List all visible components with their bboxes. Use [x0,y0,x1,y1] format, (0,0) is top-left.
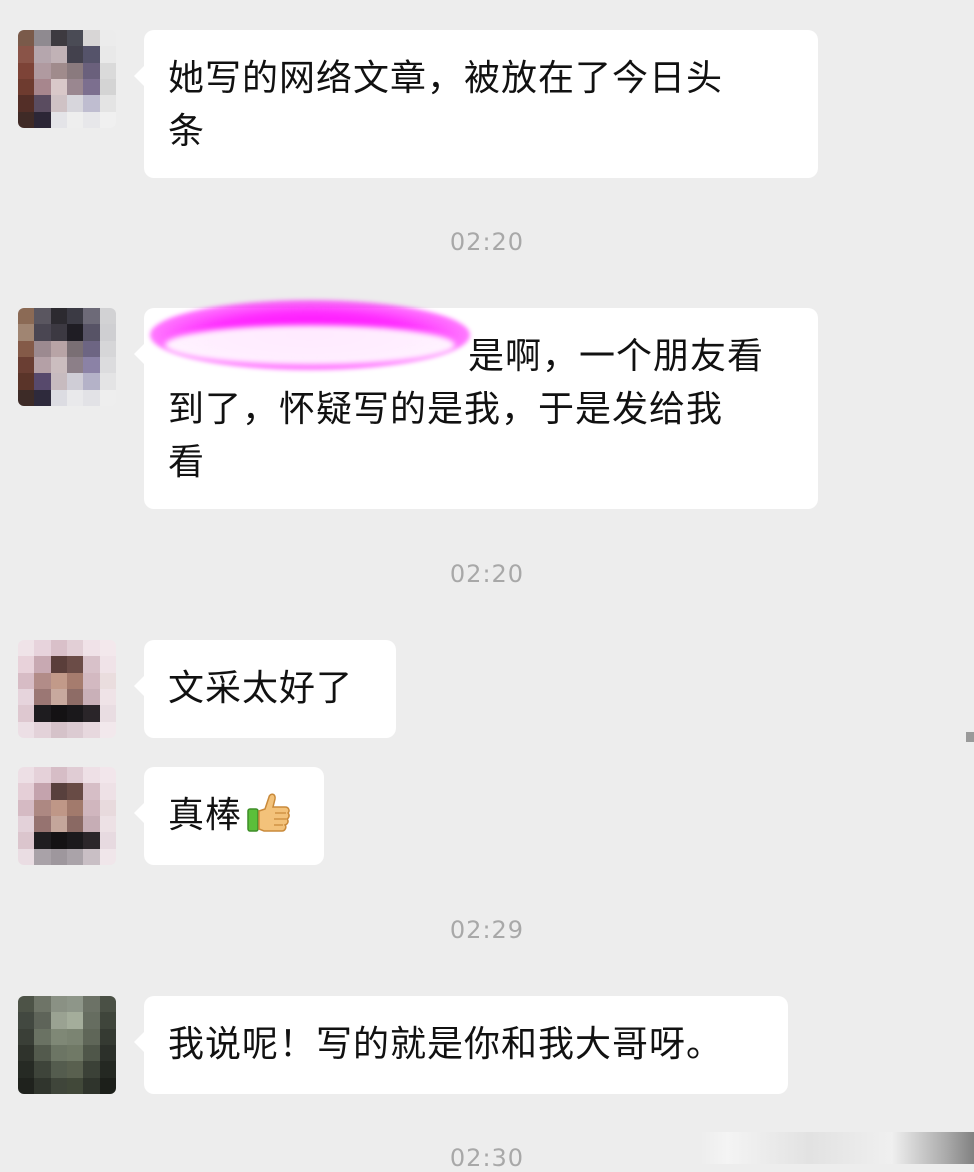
message-bubble[interactable]: 她写的网络文章，被放在了今日头 条 [134,30,818,178]
chat-view[interactable]: 她写的网络文章，被放在了今日头 条 02:20 是啊，一个朋友看 到了，怀疑写的… [0,0,974,1172]
scrollbar-thumb[interactable] [966,732,974,742]
message-text-line: 到了，怀疑写的是我，于是发给我 [168,389,724,430]
redaction-mark-core [165,325,455,365]
message-text-line: 看 [168,442,206,483]
timestamp: 02:29 [449,916,525,944]
message-bubble[interactable]: 我说呢！写的就是你和我大哥呀。 [134,996,788,1094]
message-text: 我说呢！写的就是你和我大哥呀。 [168,1024,724,1065]
message-text-line: 她写的网络文章，被放在了今日头 [168,58,724,99]
message-text-row: 真棒 [168,789,300,842]
timestamp: 02:20 [449,228,525,256]
message-text-line: 条 [168,111,206,152]
avatar[interactable] [18,767,116,865]
thumbs-up-emoji-icon [247,793,290,832]
message-text: 文采太好了 [168,668,354,709]
avatar[interactable] [18,640,116,738]
message-bubble[interactable]: 文采太好了 [134,640,396,738]
avatar[interactable] [18,996,116,1094]
message-bubble[interactable]: 真棒 [134,767,324,865]
avatar[interactable] [18,30,116,128]
avatar[interactable] [18,308,116,406]
timestamp: 02:20 [449,560,525,588]
pixelated-watermark [700,1132,974,1164]
message-text: 真棒 [168,795,243,836]
